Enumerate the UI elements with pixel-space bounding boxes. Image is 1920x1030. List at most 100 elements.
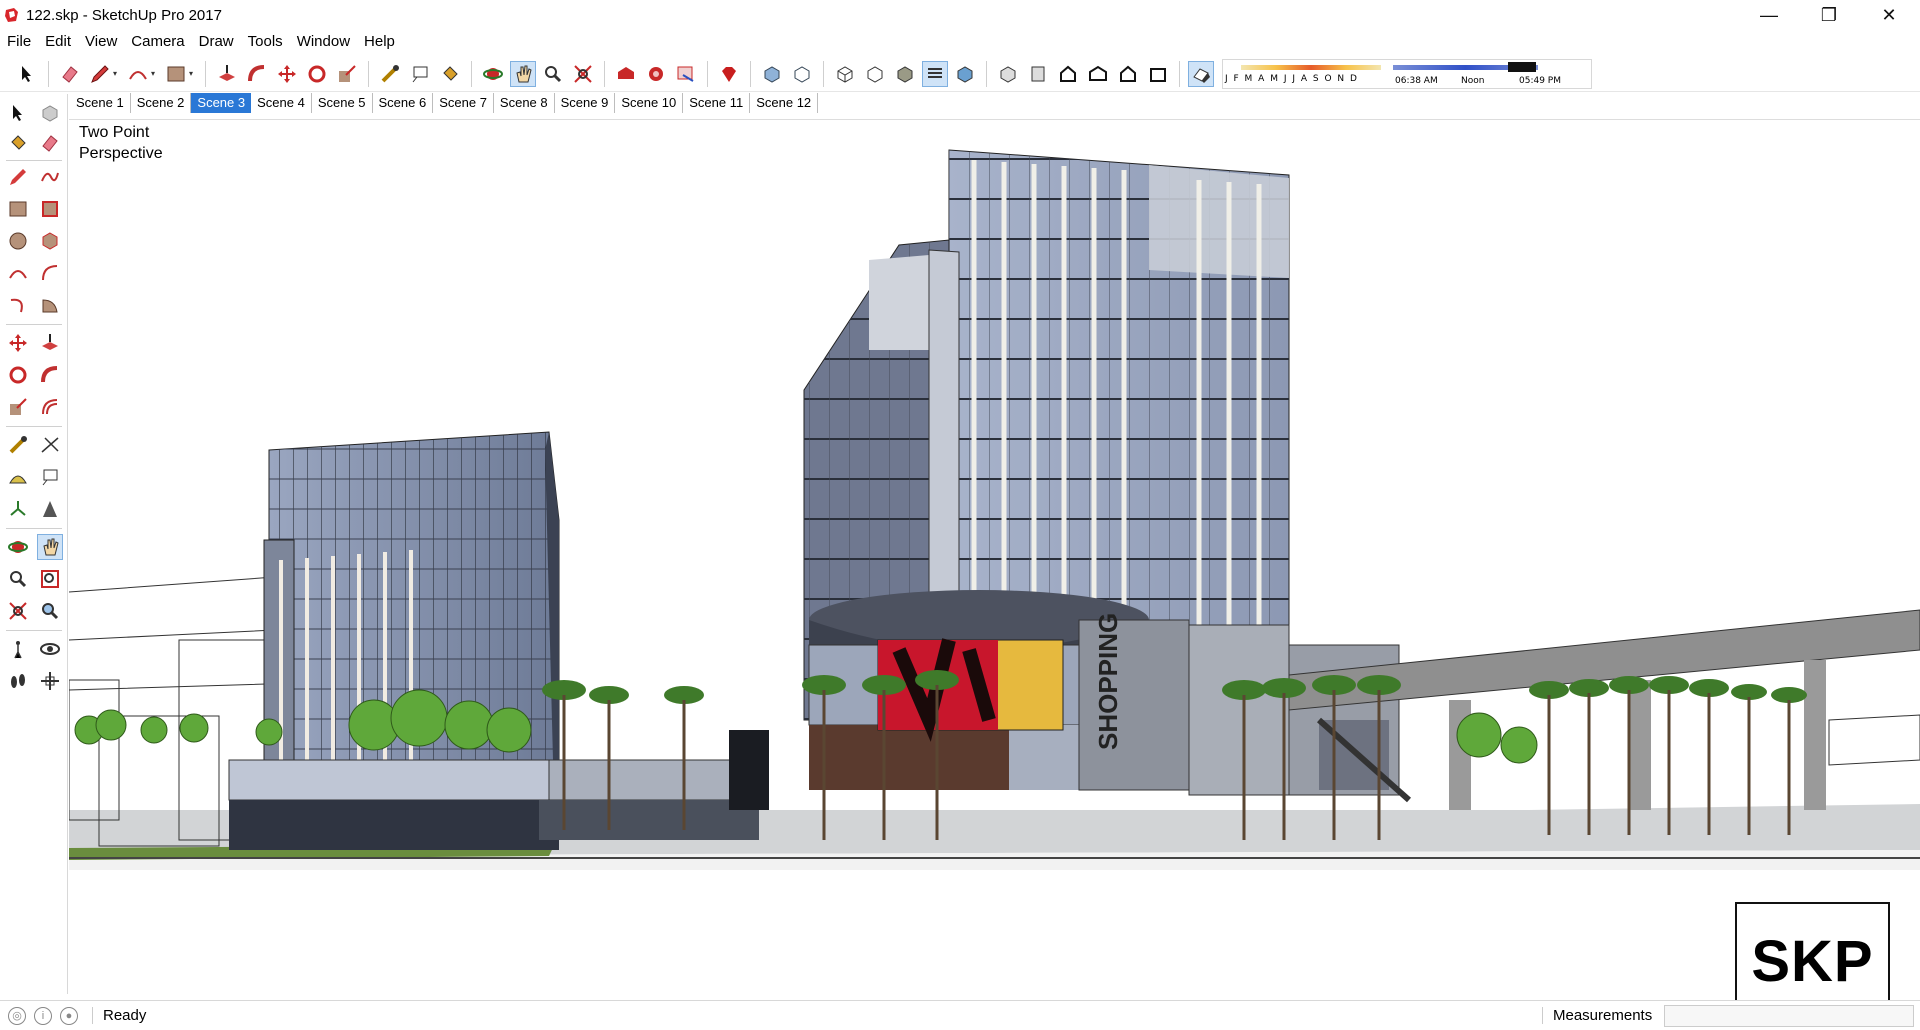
menu-edit[interactable]: Edit — [38, 30, 78, 54]
make-component-icon[interactable] — [37, 100, 63, 126]
tab-scene-1[interactable]: Scene 1 — [70, 93, 131, 113]
pie-icon[interactable] — [37, 292, 63, 318]
select-icon[interactable] — [5, 100, 31, 126]
circle-icon[interactable] — [5, 228, 31, 254]
measurements-input[interactable] — [1664, 1005, 1914, 1027]
3d-text-icon[interactable] — [37, 496, 63, 522]
move-icon[interactable] — [274, 61, 300, 87]
front-view-icon[interactable] — [1055, 61, 1081, 87]
rotated-rectangle-icon[interactable] — [37, 196, 63, 222]
zoom-icon[interactable] — [540, 61, 566, 87]
zoom-extents-icon[interactable] — [570, 61, 596, 87]
push-pull-icon[interactable] — [214, 61, 240, 87]
top-view-icon[interactable] — [1025, 61, 1051, 87]
warehouse-icon[interactable] — [613, 61, 639, 87]
back-edges-icon[interactable] — [789, 61, 815, 87]
arc-dropdown-icon[interactable]: ▾ — [151, 69, 159, 78]
monochrome-icon[interactable] — [952, 61, 978, 87]
position-camera-icon[interactable] — [5, 636, 31, 662]
select-icon[interactable] — [14, 61, 40, 87]
menu-window[interactable]: Window — [290, 30, 357, 54]
push-pull-icon[interactable] — [37, 330, 63, 356]
rectangle-icon[interactable] — [5, 196, 31, 222]
extension-warehouse-icon[interactable] — [643, 61, 669, 87]
layout-icon[interactable] — [673, 61, 699, 87]
zoom-extents-icon[interactable] — [5, 598, 31, 624]
follow-me-icon[interactable] — [37, 362, 63, 388]
rotate-icon[interactable] — [5, 362, 31, 388]
shadows-icon[interactable] — [1188, 60, 1214, 87]
hidden-line-icon[interactable] — [862, 61, 888, 87]
credits-icon[interactable]: i — [34, 1006, 52, 1025]
paint-bucket-icon[interactable] — [437, 61, 463, 87]
arc-icon[interactable] — [125, 61, 151, 87]
restore-button[interactable]: ❐ — [1800, 0, 1858, 30]
zoom-icon[interactable] — [5, 566, 31, 592]
menu-help[interactable]: Help — [357, 30, 402, 54]
follow-me-icon[interactable] — [244, 61, 270, 87]
rotate-icon[interactable] — [304, 61, 330, 87]
shapes-dropdown-icon[interactable]: ▾ — [189, 69, 197, 78]
pencil-icon[interactable] — [87, 61, 113, 87]
pencil-dropdown-icon[interactable]: ▾ — [113, 69, 121, 78]
tab-scene-12[interactable]: Scene 12 — [750, 93, 819, 113]
orbit-icon[interactable] — [480, 61, 506, 87]
shaded-textures-icon[interactable] — [922, 60, 948, 87]
month-slider[interactable] — [1241, 64, 1381, 70]
eraser-icon[interactable] — [57, 61, 83, 87]
menu-camera[interactable]: Camera — [124, 30, 191, 54]
tape-measure-icon[interactable] — [5, 432, 31, 458]
move-icon[interactable] — [5, 330, 31, 356]
user-account-icon[interactable]: ● — [60, 1006, 78, 1025]
back-view-icon[interactable] — [1115, 61, 1141, 87]
shaded-icon[interactable] — [892, 61, 918, 87]
protractor-icon[interactable] — [5, 464, 31, 490]
tab-scene-8[interactable]: Scene 8 — [494, 93, 555, 113]
tab-scene-7[interactable]: Scene 7 — [433, 93, 494, 113]
time-slider-thumb[interactable] — [1508, 61, 1536, 72]
text-icon[interactable] — [37, 464, 63, 490]
eraser-icon[interactable] — [37, 130, 63, 156]
freehand-icon[interactable] — [37, 164, 63, 190]
rectangle-icon[interactable] — [163, 61, 189, 87]
line-icon[interactable] — [5, 164, 31, 190]
x-ray-icon[interactable] — [759, 61, 785, 87]
arc-icon[interactable] — [5, 260, 31, 286]
walk-icon[interactable] — [5, 668, 31, 694]
polygon-icon[interactable] — [37, 228, 63, 254]
section-plane-icon[interactable] — [37, 668, 63, 694]
orbit-icon[interactable] — [5, 534, 31, 560]
wireframe-icon[interactable] — [832, 61, 858, 87]
menu-file[interactable]: File — [0, 30, 38, 54]
tab-scene-4[interactable]: Scene 4 — [251, 93, 312, 113]
look-around-icon[interactable] — [37, 636, 63, 662]
left-view-icon[interactable] — [1145, 61, 1171, 87]
tab-scene-5[interactable]: Scene 5 — [312, 93, 373, 113]
tab-scene-6[interactable]: Scene 6 — [373, 93, 434, 113]
menu-draw[interactable]: Draw — [192, 30, 241, 54]
scale-icon[interactable] — [334, 61, 360, 87]
two-point-arc-icon[interactable] — [37, 260, 63, 286]
axes-icon[interactable] — [5, 496, 31, 522]
tab-scene-3[interactable]: Scene 3 — [191, 93, 252, 113]
three-point-arc-icon[interactable] — [5, 292, 31, 318]
menu-view[interactable]: View — [78, 30, 124, 54]
tab-scene-11[interactable]: Scene 11 — [683, 93, 751, 113]
close-button[interactable]: ✕ — [1860, 0, 1918, 30]
previous-view-icon[interactable] — [37, 598, 63, 624]
text-icon[interactable] — [407, 61, 433, 87]
model-viewport[interactable]: SHOPPING Two Point Perspective — [69, 119, 1920, 995]
pan-icon[interactable] — [37, 534, 63, 560]
minimize-button[interactable]: — — [1740, 0, 1798, 30]
pan-icon[interactable] — [510, 60, 536, 87]
geo-location-icon[interactable]: ◎ — [8, 1006, 26, 1025]
tab-scene-2[interactable]: Scene 2 — [131, 93, 192, 113]
right-view-icon[interactable] — [1085, 61, 1111, 87]
tab-scene-9[interactable]: Scene 9 — [555, 93, 616, 113]
ruby-icon[interactable] — [716, 61, 742, 87]
iso-view-icon[interactable] — [995, 61, 1021, 87]
offset-icon[interactable] — [37, 394, 63, 420]
zoom-window-icon[interactable] — [37, 566, 63, 592]
tape-measure-icon[interactable] — [377, 61, 403, 87]
menu-tools[interactable]: Tools — [241, 30, 290, 54]
